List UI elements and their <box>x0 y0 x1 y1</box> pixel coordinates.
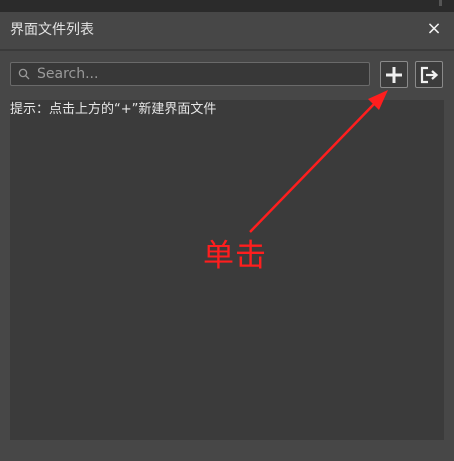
export-icon <box>420 66 439 84</box>
bottom-bar <box>0 451 454 461</box>
search-box <box>10 62 370 86</box>
top-strip <box>0 0 454 12</box>
search-input[interactable] <box>37 63 362 85</box>
empty-hint: 提示：点击上方的“+”新建界面文件 <box>10 102 217 117</box>
search-icon <box>18 68 30 80</box>
annotation-label: 单击 <box>203 238 267 274</box>
add-file-button[interactable] <box>380 61 408 88</box>
panel-titlebar: 界面文件列表 × <box>0 12 454 48</box>
export-button[interactable] <box>415 61 443 88</box>
plus-icon <box>386 67 402 83</box>
close-icon[interactable]: × <box>424 19 444 39</box>
file-list-panel: 界面文件列表 × 提示：点击上方的“+”新建界面文件 单击 <box>0 0 454 461</box>
title-divider <box>0 49 454 51</box>
panel-title: 界面文件列表 <box>10 22 94 38</box>
strip-separator <box>439 0 442 6</box>
